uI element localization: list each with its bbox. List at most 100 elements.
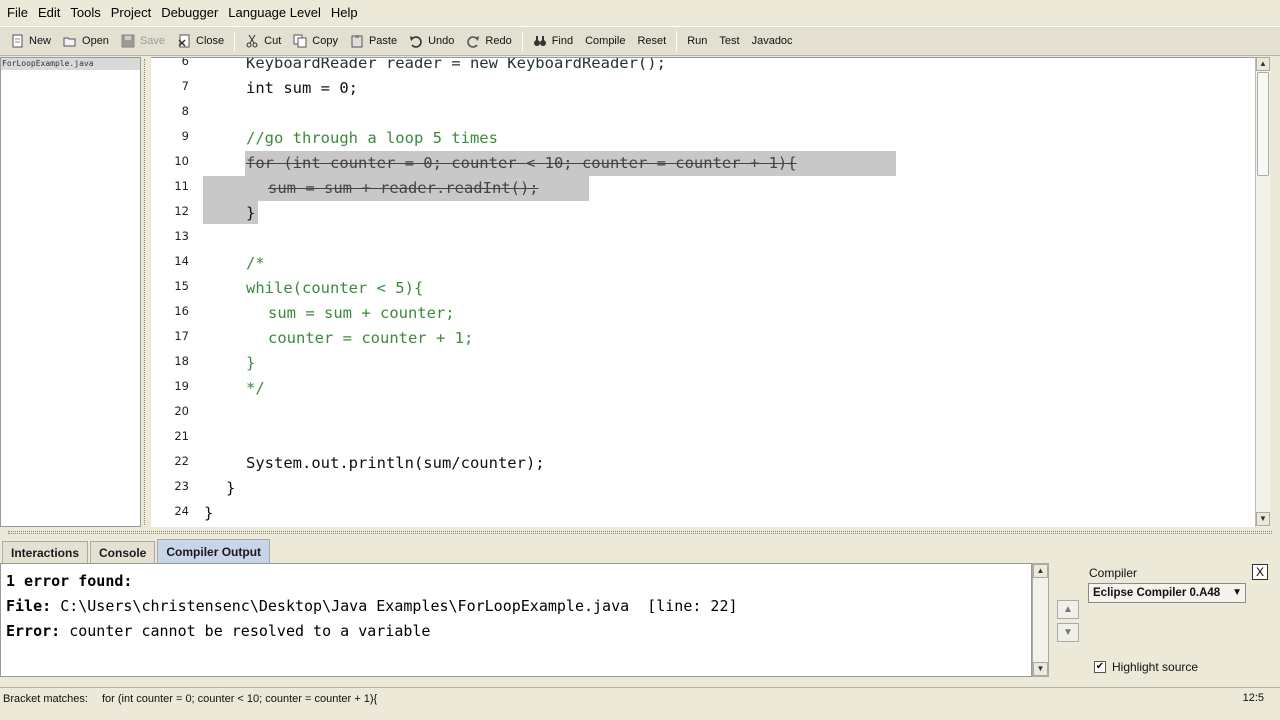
save-button[interactable]: Save (115, 29, 171, 53)
line-number: 10 (174, 154, 189, 168)
line-number: 21 (174, 429, 189, 443)
vertical-splitter[interactable] (141, 57, 151, 527)
open-button[interactable]: Open (57, 29, 115, 53)
new-button[interactable]: New (4, 29, 57, 53)
code-line: 7 int sum = 0; (151, 76, 1255, 101)
code-line: 14 /* (151, 251, 1255, 276)
line-number: 23 (174, 479, 189, 493)
error-message-line[interactable]: Error: counter cannot be resolved to a v… (6, 622, 430, 640)
close-label: Close (196, 35, 225, 47)
menu-help[interactable]: Help (326, 1, 363, 25)
copy-icon (293, 34, 307, 48)
line-number: 22 (174, 454, 189, 468)
code-line: 19 */ (151, 376, 1255, 401)
save-label: Save (139, 35, 166, 47)
scroll-up-arrow-icon[interactable]: ▲ (1033, 564, 1048, 578)
tab-console[interactable]: Console (90, 541, 156, 563)
open-folder-icon (63, 34, 77, 48)
document-list-item[interactable]: ForLoopExample.java (1, 58, 140, 70)
line-number: 14 (174, 254, 189, 268)
toolbar-separator (521, 31, 523, 51)
redo-label: Redo (485, 35, 512, 47)
cut-button[interactable]: Cut (239, 29, 287, 53)
cut-label: Cut (264, 35, 282, 47)
bottom-tab-bar: Interactions Console Compiler Output (0, 538, 1280, 563)
undo-button[interactable]: Undo (403, 29, 460, 53)
menu-project[interactable]: Project (106, 1, 156, 25)
reset-button[interactable]: Reset (631, 29, 672, 53)
previous-error-button[interactable]: ▲ (1057, 600, 1079, 619)
code-line: 10 for (int counter = 0; counter < 10; c… (151, 151, 1255, 176)
binoculars-icon (533, 34, 547, 48)
undo-icon (409, 34, 423, 48)
checkbox-checked-icon[interactable]: ✔ (1094, 661, 1106, 673)
code-line: 17 counter = counter + 1; (151, 326, 1255, 351)
code-text: KeyboardReader reader = new KeyboardRead… (246, 57, 666, 72)
compile-button[interactable]: Compile (579, 29, 631, 53)
line-number: 13 (174, 229, 189, 243)
line-number: 8 (181, 104, 189, 118)
javadoc-label: Javadoc (751, 35, 793, 47)
menu-tools[interactable]: Tools (65, 1, 105, 25)
run-button[interactable]: Run (681, 29, 713, 53)
splitter-grip (8, 531, 1272, 534)
line-number: 9 (181, 129, 189, 143)
new-file-icon (10, 34, 24, 48)
reset-label: Reset (637, 35, 667, 47)
code-line: 12 } (151, 201, 1255, 226)
code-line: 6 KeyboardReader reader = new KeyboardRe… (151, 57, 1255, 76)
paste-button[interactable]: Paste (344, 29, 403, 53)
test-button[interactable]: Test (713, 29, 745, 53)
new-label: New (29, 35, 52, 47)
toolbar-separator (234, 31, 236, 51)
next-error-button[interactable]: ▼ (1057, 623, 1079, 642)
code-editor[interactable]: 6 KeyboardReader reader = new KeyboardRe… (151, 57, 1255, 527)
toolbar: New Open Save Close Cut Copy Paste Undo … (0, 26, 1280, 56)
arrow-up-icon: ▲ (1063, 604, 1073, 615)
copy-button[interactable]: Copy (287, 29, 344, 53)
redo-button[interactable]: Redo (460, 29, 517, 53)
horizontal-splitter[interactable] (0, 527, 1280, 538)
status-label: Bracket matches: (3, 693, 88, 705)
code-comment: /* (246, 254, 265, 272)
code-comment: counter = counter + 1; (268, 329, 474, 347)
menu-language-level[interactable]: Language Level (223, 1, 326, 25)
highlight-source-checkbox[interactable]: ✔ Highlight source (1094, 660, 1198, 674)
menu-debugger[interactable]: Debugger (156, 1, 223, 25)
editor-scrollbar[interactable]: ▲ ▼ (1255, 57, 1270, 527)
code-line: 11 sum = sum + reader.readInt(); (151, 176, 1255, 201)
output-scrollbar[interactable]: ▲ ▼ (1032, 563, 1049, 677)
menu-edit[interactable]: Edit (33, 1, 65, 25)
menu-bar: File Edit Tools Project Debugger Languag… (0, 0, 1280, 26)
bracket-match-text: for (int counter = 0; counter < 10; coun… (101, 693, 378, 705)
paste-label: Paste (368, 35, 398, 47)
error-summary: 1 error found: (6, 572, 133, 590)
find-button[interactable]: Find (527, 29, 579, 53)
code-text: } (226, 479, 236, 497)
close-file-icon (177, 34, 191, 48)
error-file-line[interactable]: File: C:\Users\christensenc\Desktop\Java… (6, 597, 738, 615)
save-disk-icon (121, 34, 135, 48)
javadoc-button[interactable]: Javadoc (746, 29, 799, 53)
code-text: } (246, 204, 256, 222)
code-comment: */ (246, 379, 265, 397)
scroll-down-arrow-icon[interactable]: ▼ (1033, 662, 1048, 676)
scroll-down-arrow-icon[interactable]: ▼ (1256, 512, 1270, 526)
tab-compiler-output[interactable]: Compiler Output (157, 539, 271, 563)
code-line: 16 sum = sum + counter; (151, 301, 1255, 326)
close-panel-button[interactable]: X (1252, 564, 1268, 580)
undo-label: Undo (428, 35, 455, 47)
line-number: 16 (174, 304, 189, 318)
close-button[interactable]: Close (171, 29, 230, 53)
compiler-panel: Compiler X Eclipse Compiler 0.A48 ▼ ▲ ▼ … (1050, 563, 1280, 677)
menu-file[interactable]: File (2, 1, 33, 25)
code-text: sum = sum + reader.readInt(); (268, 179, 539, 197)
redo-icon (466, 34, 480, 48)
compile-label: Compile (585, 35, 626, 47)
scrollbar-thumb[interactable] (1257, 72, 1269, 176)
scroll-up-arrow-icon[interactable]: ▲ (1256, 57, 1270, 71)
tab-interactions[interactable]: Interactions (2, 541, 89, 563)
compiler-output-pane[interactable]: 1 error found: File: C:\Users\christense… (0, 563, 1032, 677)
code-line: 23 } (151, 476, 1255, 501)
compiler-select[interactable]: Eclipse Compiler 0.A48 ▼ (1088, 583, 1246, 603)
